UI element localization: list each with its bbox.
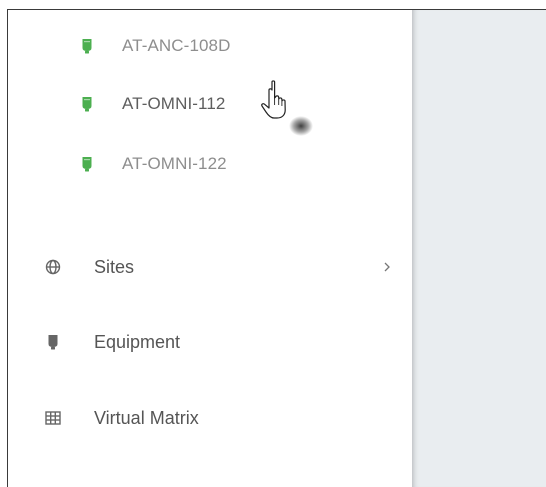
device-item-at-omni-122[interactable]: AT-OMNI-122 — [80, 149, 227, 179]
nav-label-virtual-matrix: Virtual Matrix — [94, 407, 199, 428]
device-label: AT-OMNI-122 — [122, 154, 227, 173]
nav-item-sites[interactable]: Sites — [44, 252, 394, 282]
equipment-icon — [44, 333, 62, 351]
globe-icon — [44, 258, 62, 276]
device-label: AT-ANC-108D — [122, 36, 231, 55]
chevron-right-icon — [380, 259, 394, 275]
nav-item-equipment[interactable]: Equipment — [44, 327, 394, 357]
device-label: AT-OMNI-112 — [122, 94, 226, 113]
grid-icon — [44, 409, 62, 427]
amplifier-icon — [80, 95, 94, 113]
amplifier-icon — [80, 155, 94, 173]
hand-pointer-icon — [255, 78, 315, 148]
nav-item-virtual-matrix[interactable]: Virtual Matrix — [44, 403, 394, 433]
main-content — [412, 10, 546, 487]
nav-label-sites: Sites — [94, 256, 135, 277]
sidebar: AT-ANC-108D AT-OMNI-112 AT-OMNI-122 Site… — [8, 10, 412, 487]
device-item-at-anc-108d[interactable]: AT-ANC-108D — [80, 31, 230, 61]
nav-label-equipment: Equipment — [94, 331, 181, 352]
amplifier-icon — [80, 37, 94, 55]
device-item-at-omni-112[interactable]: AT-OMNI-112 — [80, 89, 225, 119]
